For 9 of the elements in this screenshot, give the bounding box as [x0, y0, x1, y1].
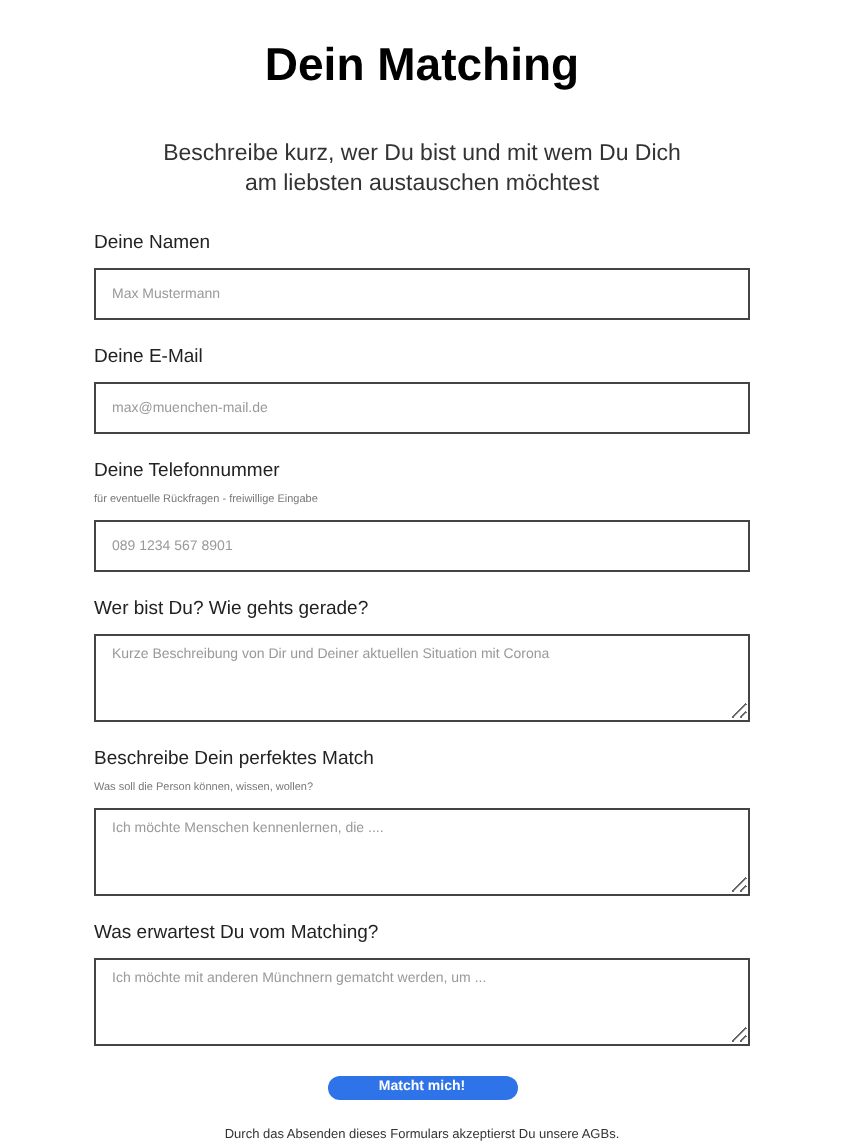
field-label: Was erwartest Du vom Matching? [94, 920, 381, 948]
subtitle-line: am liebsten austauschen möchtest [244, 170, 600, 200]
field-label: Deine Namen [94, 230, 213, 258]
subtitle-line: Beschreibe kurz, wer Du bist und mit wem Du Dich [163, 140, 681, 170]
field-label: Wer bist Du? Wie gehts gerade? [94, 596, 371, 624]
field-label: Beschreibe Dein perfektes Match [94, 746, 376, 774]
field-label: Deine E-Mail [94, 344, 205, 372]
page-title: Dein Matching [264, 36, 580, 94]
field-label: Deine Telefonnummer [94, 458, 282, 486]
